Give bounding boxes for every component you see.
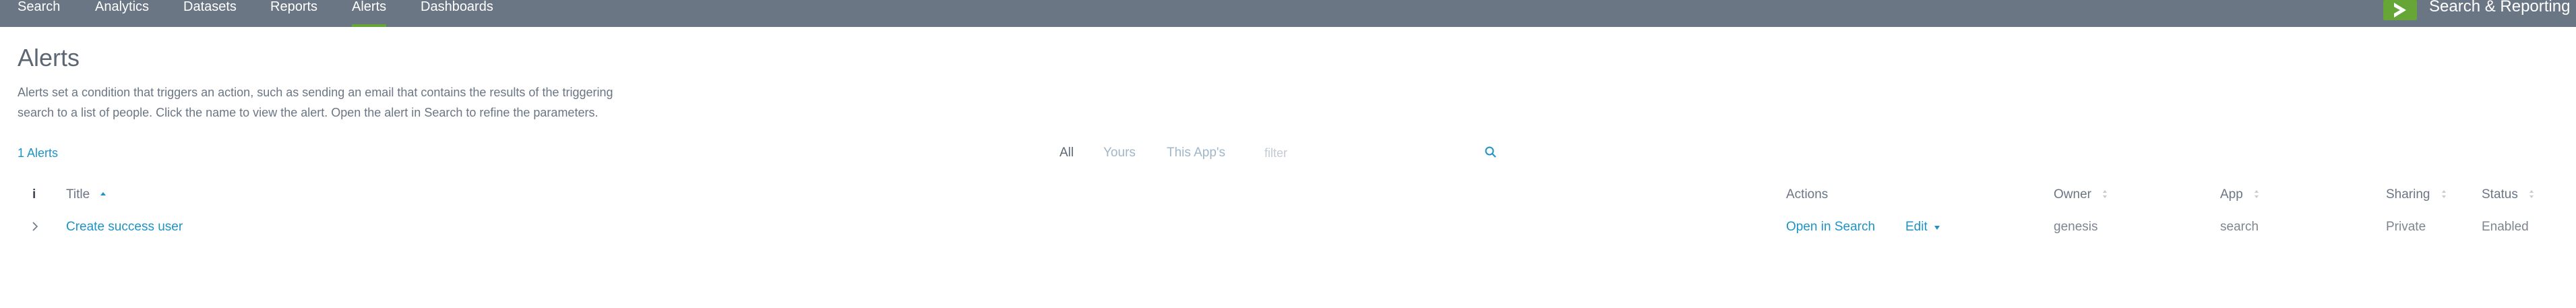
owner-cell: genesis xyxy=(2054,220,2098,234)
page-description: Alerts set a condition that triggers an … xyxy=(18,82,725,123)
sort-unsorted-icon xyxy=(2528,187,2535,202)
app-title[interactable]: Search & Reporting xyxy=(2429,0,2570,15)
filter-tab-yours[interactable]: Yours xyxy=(1103,146,1136,160)
nav-item-reports[interactable]: Reports xyxy=(270,0,317,27)
expand-row-chevron-icon[interactable] xyxy=(31,221,39,236)
nav-item-dashboards[interactable]: Dashboards xyxy=(421,0,493,27)
status-cell: Enabled xyxy=(2482,220,2529,234)
alert-count: 1 Alerts xyxy=(18,146,59,160)
search-icon[interactable] xyxy=(1484,146,1498,162)
column-info-header: i xyxy=(32,187,36,202)
column-sharing-header[interactable]: Sharing xyxy=(2386,187,2447,202)
nav-item-analytics[interactable]: Analytics xyxy=(95,0,149,27)
column-status-label: Status xyxy=(2482,187,2518,202)
caret-down-icon xyxy=(1934,220,1940,235)
sort-ascending-icon xyxy=(100,187,106,202)
column-app-header[interactable]: App xyxy=(2220,187,2260,202)
column-owner-label: Owner xyxy=(2054,187,2091,202)
edit-label: Edit xyxy=(1905,220,1928,235)
column-sharing-label: Sharing xyxy=(2386,187,2430,202)
app-cell: search xyxy=(2220,220,2259,234)
column-title-header[interactable]: Title xyxy=(66,187,106,202)
nav-item-alerts[interactable]: Alerts xyxy=(352,0,387,27)
description-line-1: Alerts set a condition that triggers an … xyxy=(18,86,613,99)
sort-unsorted-icon xyxy=(2102,187,2108,202)
column-actions-header: Actions xyxy=(1786,187,1829,202)
top-navigation-bar: Search Analytics Datasets Reports Alerts… xyxy=(0,0,2576,27)
app-logo-icon xyxy=(2383,0,2417,20)
sort-unsorted-icon xyxy=(2253,187,2260,202)
column-status-header[interactable]: Status xyxy=(2482,187,2535,202)
open-in-search-link[interactable]: Open in Search xyxy=(1786,220,1875,235)
edit-dropdown-button[interactable]: Edit xyxy=(1905,220,1940,235)
filter-input[interactable] xyxy=(1264,140,1500,166)
column-owner-header[interactable]: Owner xyxy=(2054,187,2108,202)
chevron-right-icon xyxy=(2394,3,2406,18)
column-title-label: Title xyxy=(66,187,90,202)
filter-tab-all[interactable]: All xyxy=(1060,146,1074,160)
nav-item-search[interactable]: Search xyxy=(18,0,60,27)
column-app-label: App xyxy=(2220,187,2243,202)
sort-unsorted-icon xyxy=(2441,187,2447,202)
page-title: Alerts xyxy=(18,44,80,71)
description-line-2: search to a list of people. Click the na… xyxy=(18,106,599,119)
nav-item-datasets[interactable]: Datasets xyxy=(183,0,237,27)
alert-title-link[interactable]: Create success user xyxy=(66,220,183,235)
filter-tab-this-app[interactable]: This App's xyxy=(1167,146,1225,160)
sharing-cell: Private xyxy=(2386,220,2426,234)
